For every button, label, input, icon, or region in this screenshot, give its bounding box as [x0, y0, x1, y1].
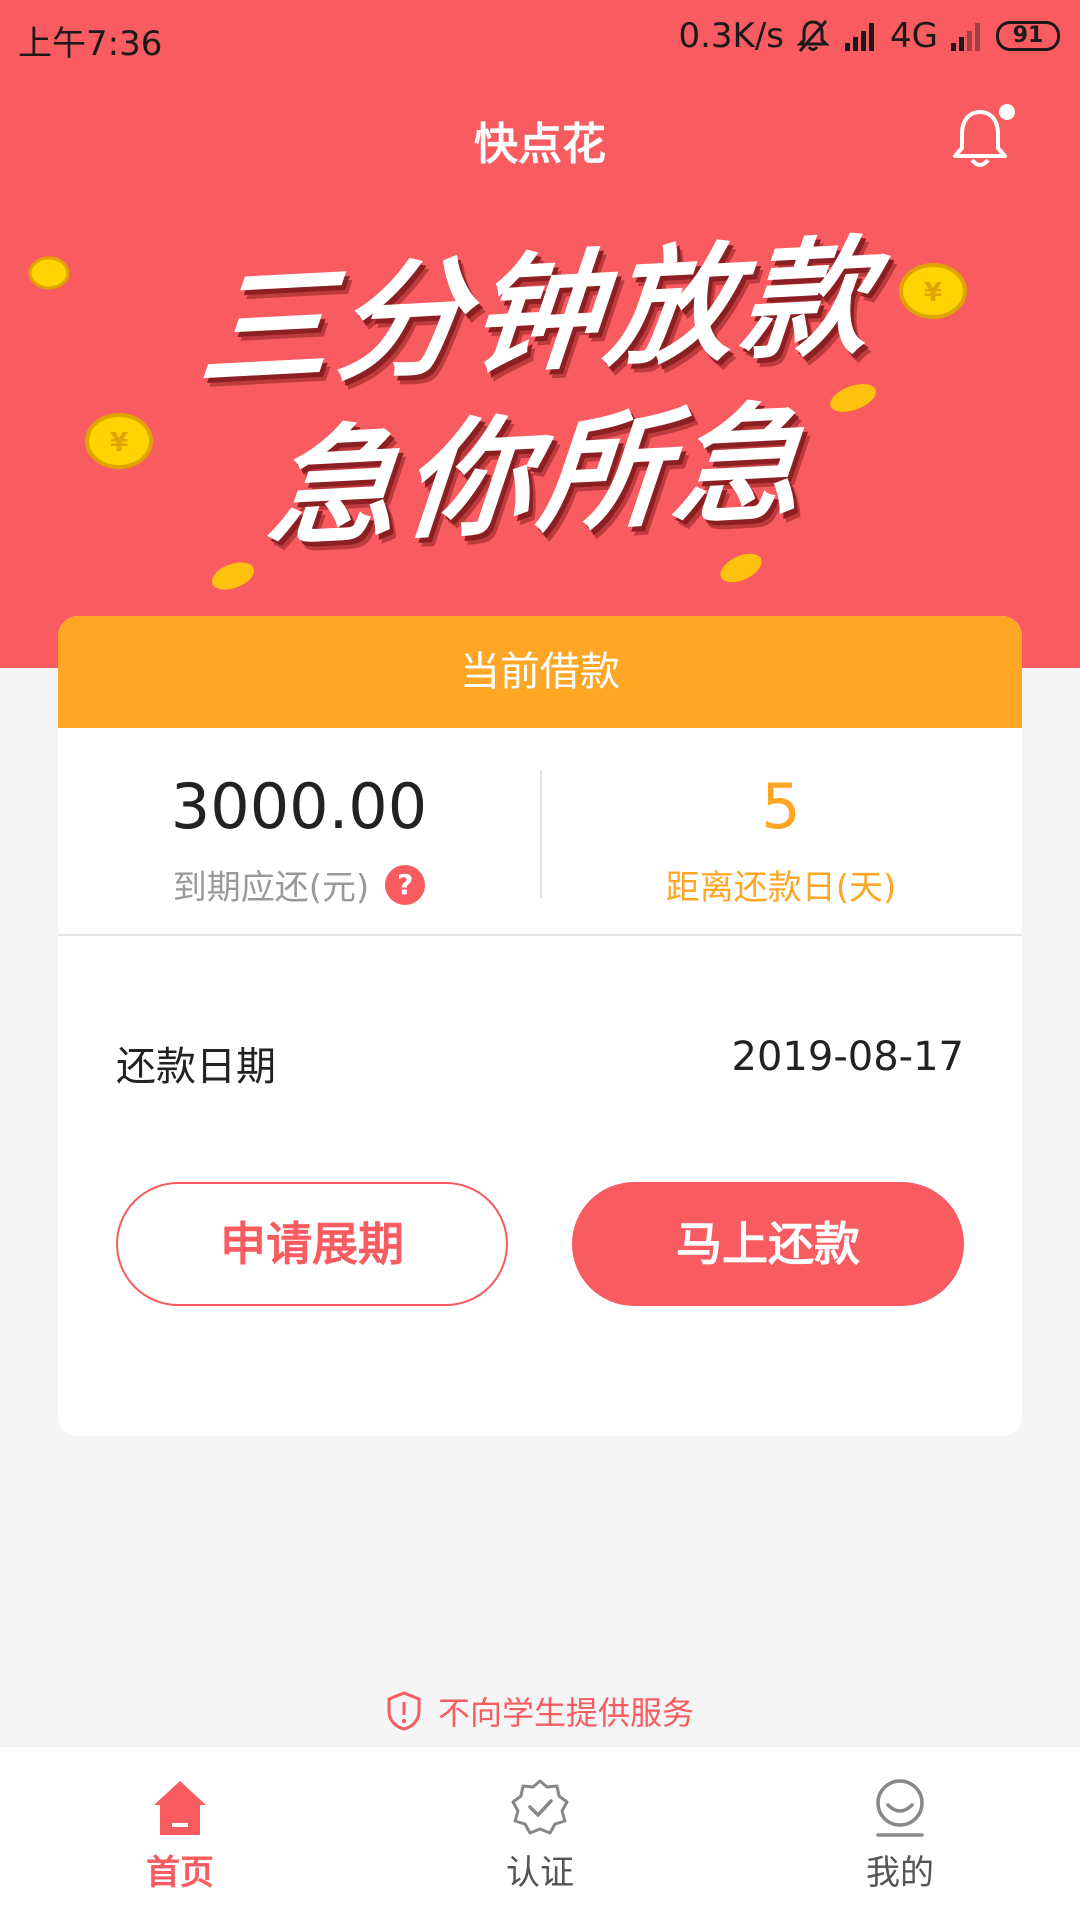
- tab-home[interactable]: 首页: [0, 1747, 360, 1920]
- app-title: 快点花: [474, 119, 606, 170]
- coin-icon: ¥: [85, 413, 153, 469]
- network-type: 4G: [890, 16, 938, 56]
- due-date-row: 还款日期 2019-08-17: [58, 936, 1022, 1156]
- bottom-tab-bar: 首页 认证 我的: [0, 1746, 1080, 1920]
- coin-icon: ¥: [899, 263, 967, 319]
- battery-icon: 91: [996, 21, 1060, 51]
- loan-stats: 3000.00 到期应还(元) ? 5 距离还款日(天): [58, 728, 1022, 936]
- tab-mine[interactable]: 我的: [720, 1747, 1080, 1920]
- amount-due-block: 3000.00 到期应还(元) ?: [58, 728, 540, 936]
- mute-bell-icon: [796, 20, 830, 52]
- student-notice-text: 不向学生提供服务: [437, 1694, 694, 1732]
- amount-due-label-row: 到期应还(元) ?: [58, 860, 540, 909]
- verify-badge-icon: [511, 1779, 569, 1835]
- card-title: 当前借款: [58, 616, 1022, 728]
- status-time: 上午7:36: [18, 24, 163, 64]
- tab-mine-label: 我的: [866, 1853, 934, 1893]
- network-speed: 0.3K/s: [678, 16, 785, 56]
- amount-due-label: 到期应还(元): [172, 868, 370, 908]
- coin-icon: [720, 553, 762, 583]
- days-left-label: 距离还款日(天): [665, 868, 897, 908]
- notification-dot: [999, 104, 1015, 120]
- svg-text:¥: ¥: [924, 278, 942, 308]
- repay-now-button[interactable]: 马上还款: [572, 1182, 964, 1306]
- signal-strength-secondary-icon: [951, 23, 980, 51]
- apply-extension-button[interactable]: 申请展期: [116, 1182, 508, 1306]
- shield-alert-icon: [387, 1691, 421, 1731]
- due-date-label: 还款日期: [116, 1044, 276, 1090]
- help-icon[interactable]: ?: [385, 864, 426, 905]
- student-notice: 不向学生提供服务: [0, 1688, 1080, 1734]
- coin-icon: [211, 562, 255, 590]
- svg-text:¥: ¥: [110, 428, 128, 458]
- signal-strength-icon: [845, 23, 875, 51]
- days-left-block: 5 距离还款日(天): [540, 728, 1022, 936]
- profile-icon: [876, 1779, 924, 1837]
- home-icon: [154, 1781, 206, 1835]
- current-loan-card: 当前借款 3000.00 到期应还(元) ? 5 距离还款日(天) 还款日期 2…: [58, 616, 1022, 1436]
- tab-verify[interactable]: 认证: [360, 1747, 720, 1920]
- coin-icon: [28, 256, 70, 290]
- notification-bell-icon[interactable]: [950, 102, 1016, 174]
- status-bar: 上午7:36 0.3K/s 4G 91: [0, 0, 1080, 74]
- coin-icon: [830, 384, 876, 412]
- tab-verify-label: 认证: [506, 1853, 574, 1893]
- amount-due-value: 3000.00: [170, 770, 428, 843]
- days-left-value: 5: [761, 770, 801, 843]
- tab-home-label: 首页: [146, 1853, 214, 1893]
- due-date-value: 2019-08-17: [731, 1034, 964, 1080]
- status-indicators: 0.3K/s 4G 91: [678, 16, 1060, 56]
